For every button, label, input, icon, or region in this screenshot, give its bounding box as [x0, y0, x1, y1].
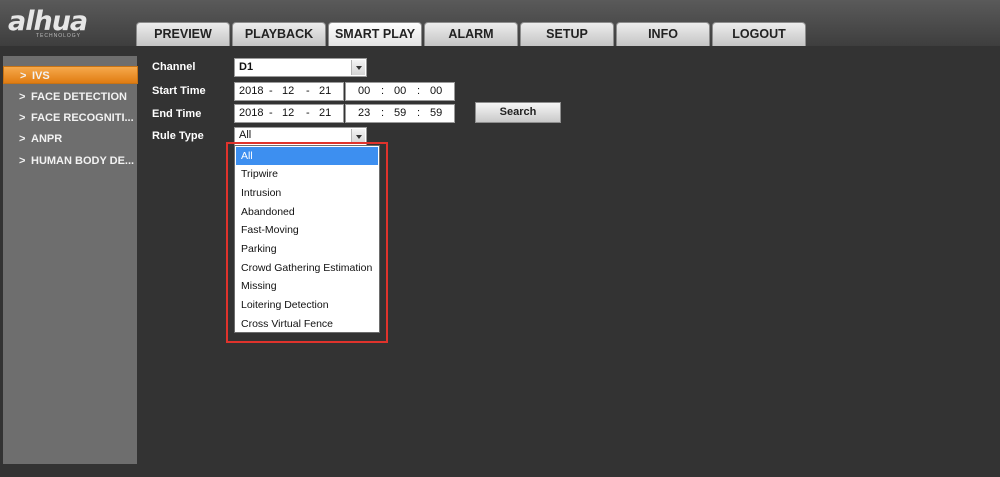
start-day[interactable]: 21	[319, 83, 331, 100]
chevron-right-icon: >	[19, 91, 26, 103]
channel-value: D1	[239, 61, 254, 73]
start-year[interactable]: 2018	[239, 83, 263, 100]
sidebar-item-human-body[interactable]: > HUMAN BODY DE...	[3, 152, 138, 170]
rule-type-value: All	[239, 129, 252, 141]
end-hour[interactable]: 23	[358, 105, 370, 122]
chevron-right-icon: >	[20, 70, 27, 82]
tab-playback[interactable]: PLAYBACK	[232, 22, 326, 46]
sidebar-item-face-recognition[interactable]: > FACE RECOGNITI...	[3, 109, 138, 127]
time-separator: :	[417, 107, 421, 119]
tab-alarm[interactable]: ALARM	[424, 22, 518, 46]
start-hour[interactable]: 00	[358, 83, 370, 100]
sidebar-item-anpr[interactable]: > ANPR	[3, 130, 138, 148]
time-separator: :	[417, 85, 421, 97]
sidebar-item-face-detection[interactable]: > FACE DETECTION	[3, 88, 138, 106]
end-time-label: End Time	[152, 108, 202, 120]
time-separator: :	[381, 85, 385, 97]
start-date-field[interactable]: 2018 - 12 - 21	[234, 82, 344, 101]
end-month[interactable]: 12	[282, 105, 294, 122]
logo-subtext: TECHNOLOGY	[36, 33, 82, 39]
sidebar-item-label: ANPR	[31, 133, 63, 145]
tab-preview[interactable]: PREVIEW	[136, 22, 230, 46]
date-separator: -	[269, 107, 273, 119]
channel-select[interactable]: D1	[234, 58, 367, 77]
start-time-field[interactable]: 00 : 00 : 00	[345, 82, 455, 101]
chevron-right-icon: >	[19, 133, 26, 145]
chevron-right-icon: >	[19, 112, 26, 124]
end-year[interactable]: 2018	[239, 105, 263, 122]
end-date-field[interactable]: 2018 - 12 - 21	[234, 104, 344, 123]
dahua-logo: alhua TECHNOLOGY	[8, 6, 118, 40]
sidebar-item-label: FACE DETECTION	[31, 91, 127, 103]
date-separator: -	[306, 85, 310, 97]
sidebar-item-label: FACE RECOGNITI...	[31, 112, 134, 124]
time-separator: :	[381, 107, 385, 119]
sidebar-item-ivs[interactable]: > IVS	[3, 66, 138, 84]
end-time-field[interactable]: 23 : 59 : 59	[345, 104, 455, 123]
sidebar-item-label: IVS	[32, 70, 50, 82]
sidebar-item-label: HUMAN BODY DE...	[31, 155, 135, 167]
top-bar: alhua TECHNOLOGY PREVIEW PLAYBACK SMART …	[0, 0, 1000, 46]
search-button[interactable]: Search	[475, 102, 561, 123]
channel-label: Channel	[152, 61, 196, 73]
tab-info[interactable]: INFO	[616, 22, 710, 46]
highlight-box	[226, 142, 388, 343]
rule-type-label: Rule Type	[152, 130, 204, 142]
end-minute[interactable]: 59	[394, 105, 406, 122]
start-time-label: Start Time	[152, 85, 206, 97]
date-separator: -	[306, 107, 310, 119]
end-day[interactable]: 21	[319, 105, 331, 122]
tab-logout[interactable]: LOGOUT	[712, 22, 806, 46]
tab-setup[interactable]: SETUP	[520, 22, 614, 46]
start-second[interactable]: 00	[430, 83, 442, 100]
date-separator: -	[269, 85, 273, 97]
start-month[interactable]: 12	[282, 83, 294, 100]
chevron-right-icon: >	[19, 155, 26, 167]
start-minute[interactable]: 00	[394, 83, 406, 100]
end-second[interactable]: 59	[430, 105, 442, 122]
chevron-down-icon[interactable]	[351, 60, 365, 75]
tab-smart-play[interactable]: SMART PLAY	[328, 22, 422, 46]
